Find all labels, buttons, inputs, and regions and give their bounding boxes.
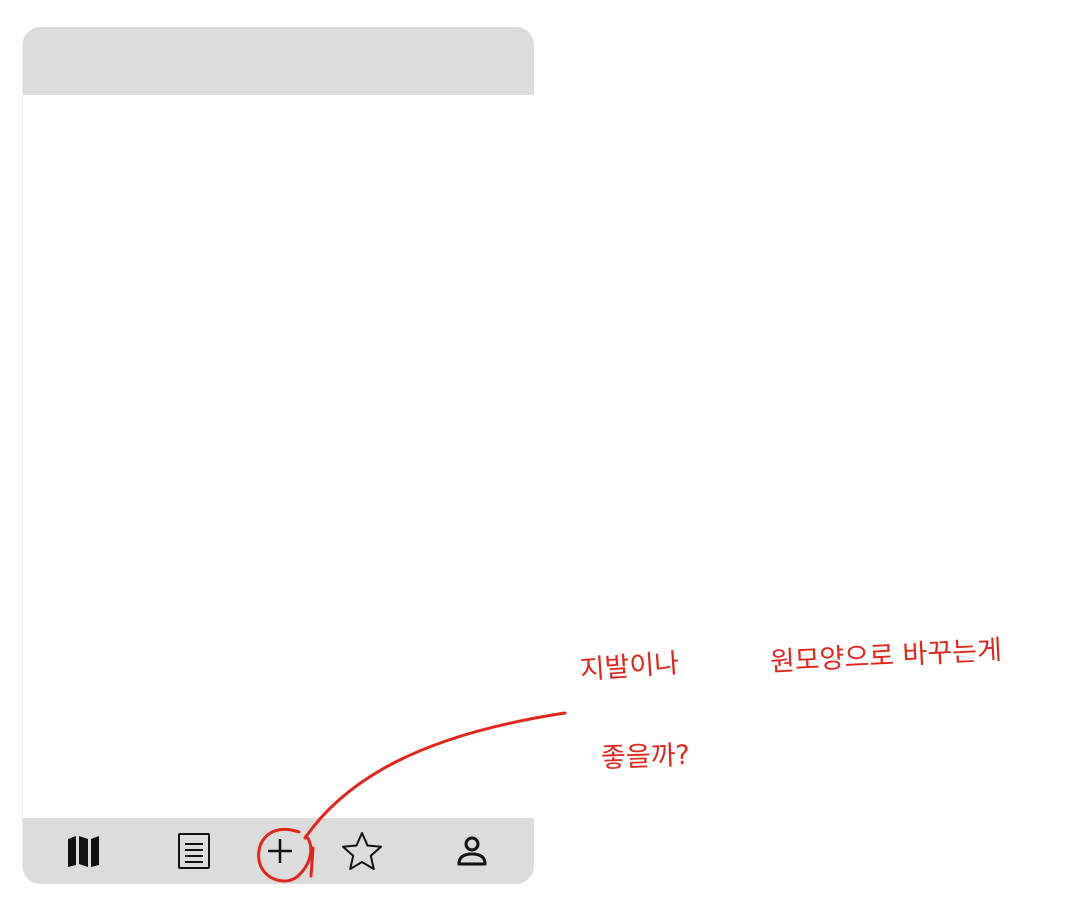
nav-add-button[interactable]: [255, 826, 305, 876]
annotation-text-1b: 원모양으로 바꾸는게: [769, 634, 1003, 678]
top-app-bar: [23, 27, 534, 95]
annotation-text-2: 좋을까?: [600, 739, 691, 774]
nav-favorites-button[interactable]: [337, 826, 387, 876]
page: 지발이나 원모양으로 바꾸는게 좋을까?: [0, 0, 1080, 898]
map-icon: [64, 834, 104, 868]
nav-list-button[interactable]: [169, 826, 219, 876]
annotation-text-1a: 지발이나: [578, 648, 681, 686]
main-content-area: [23, 95, 534, 818]
person-icon: [455, 834, 489, 868]
nav-profile-button[interactable]: [447, 826, 497, 876]
star-icon: [340, 830, 384, 872]
bottom-navigation-bar: [23, 818, 534, 884]
nav-map-button[interactable]: [59, 826, 109, 876]
list-icon: [177, 832, 211, 870]
plus-icon: [265, 836, 295, 866]
phone-screen: [22, 27, 534, 884]
